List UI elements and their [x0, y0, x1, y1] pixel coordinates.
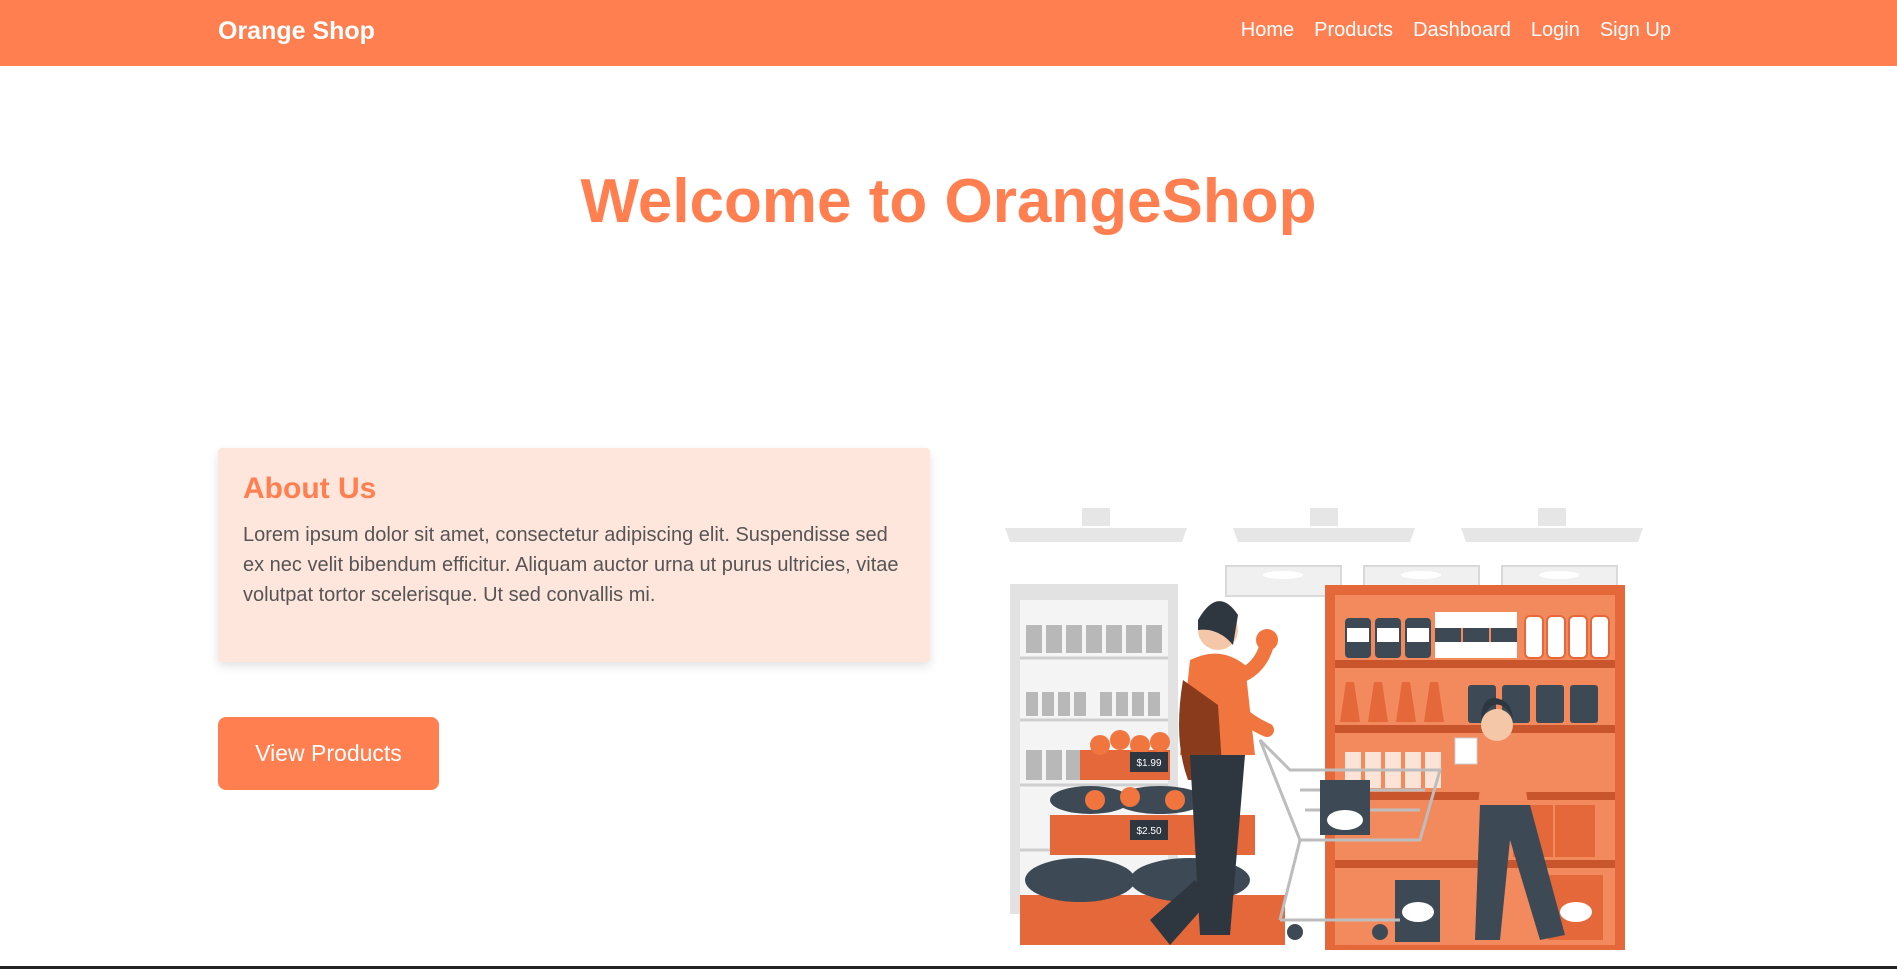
nav-link-dashboard[interactable]: Dashboard	[1413, 19, 1511, 42]
view-products-button[interactable]: View Products	[218, 717, 439, 790]
nav-link-home[interactable]: Home	[1241, 19, 1294, 42]
page-title: Welcome to OrangeShop	[580, 167, 1317, 236]
nav-link-signup[interactable]: Sign Up	[1600, 19, 1671, 42]
navbar: Orange Shop Home Products Dashboard Logi…	[0, 0, 1897, 66]
nav-link-products[interactable]: Products	[1314, 19, 1393, 42]
brand-logo[interactable]: Orange Shop	[218, 17, 375, 46]
nav-links: Home Products Dashboard Login Sign Up	[1241, 19, 1671, 42]
price-tag-2: $2.50	[1136, 826, 1161, 837]
price-tag-1: $1.99	[1136, 758, 1161, 769]
grocery-store-illustration: $1.99 $2.50	[1005, 508, 1643, 950]
nav-link-login[interactable]: Login	[1531, 19, 1580, 42]
about-card: About Us Lorem ipsum dolor sit amet, con…	[218, 448, 930, 662]
about-heading: About Us	[243, 472, 377, 505]
about-text: Lorem ipsum dolor sit amet, consectetur …	[243, 524, 899, 606]
